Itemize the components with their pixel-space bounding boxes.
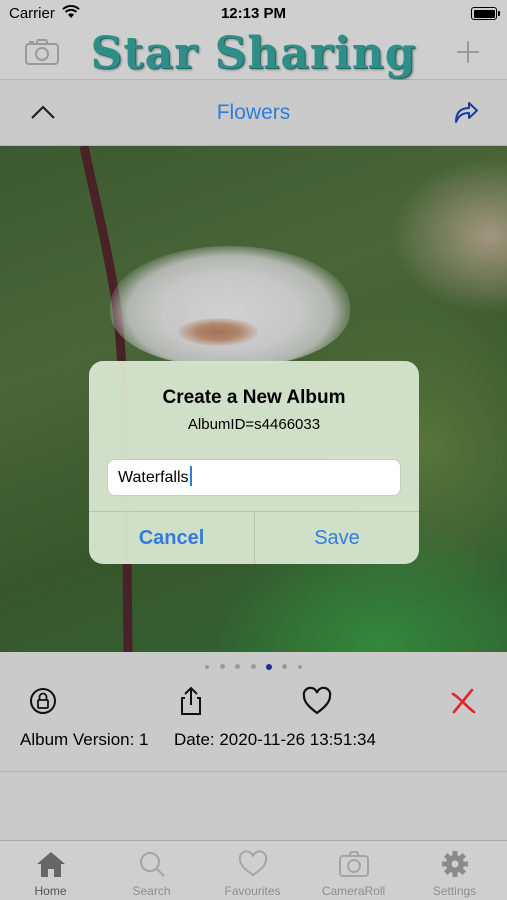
- heart-icon: [238, 850, 268, 877]
- page-control[interactable]: [0, 652, 507, 682]
- tab-settings[interactable]: Settings: [404, 841, 505, 900]
- home-icon: [37, 852, 65, 877]
- text-caret: [189, 466, 192, 486]
- upload-icon[interactable]: [176, 686, 206, 716]
- album-version: Album Version: 1: [20, 730, 149, 749]
- tab-label: Search: [132, 884, 171, 898]
- tab-bar: Home Search Favourites CameraRoll Settin…: [0, 840, 507, 900]
- page-dot-active[interactable]: [265, 663, 272, 670]
- dialog-actions: Cancel Save: [89, 511, 419, 564]
- content-spacer: [0, 772, 507, 840]
- tab-favourites[interactable]: Favourites: [202, 841, 303, 900]
- tab-label: Favourites: [224, 884, 281, 898]
- status-bar: Carrier 12:13 PM: [0, 0, 507, 28]
- app-header: Star Sharing: [0, 28, 507, 80]
- lock-icon[interactable]: [28, 686, 58, 716]
- tab-home[interactable]: Home: [0, 841, 101, 900]
- cancel-button[interactable]: Cancel: [89, 512, 254, 564]
- photo-info-panel: Album Version: 1 Date: 2020-11-26 13:51:…: [0, 682, 507, 772]
- album-name-value: Waterfalls: [118, 469, 189, 486]
- page-dot[interactable]: [250, 664, 256, 669]
- tab-label: Settings: [432, 884, 477, 898]
- page-dot[interactable]: [205, 664, 210, 669]
- delete-x-icon[interactable]: [448, 686, 478, 716]
- album-title: Flowers: [216, 101, 291, 124]
- app-title: Star Sharing: [90, 28, 417, 79]
- tab-cameraroll[interactable]: CameraRoll: [303, 841, 404, 900]
- share-arrow-icon[interactable]: [451, 98, 479, 126]
- save-button[interactable]: Save: [254, 512, 419, 564]
- album-date: Date: 2020-11-26 13:51:34: [174, 730, 376, 749]
- battery-icon: [471, 7, 500, 20]
- tab-label: CameraRoll: [321, 884, 386, 898]
- plus-icon[interactable]: [455, 38, 481, 66]
- page-dot[interactable]: [282, 664, 288, 669]
- page-dot[interactable]: [219, 664, 225, 669]
- page-dot[interactable]: [235, 664, 241, 669]
- dialog-message: AlbumID=s4466033: [187, 416, 321, 433]
- tab-label: Home: [34, 884, 67, 898]
- album-nav-bar: Flowers: [0, 80, 507, 146]
- new-album-dialog: Create a New Album AlbumID=s4466033 Wate…: [89, 361, 419, 564]
- dialog-title: Create a New Album: [162, 387, 346, 408]
- heart-icon[interactable]: [302, 686, 332, 716]
- album-name-input[interactable]: Waterfalls: [107, 459, 401, 496]
- camera-icon: [339, 851, 369, 877]
- search-icon: [140, 852, 165, 877]
- status-time: 12:13 PM: [220, 5, 287, 22]
- tab-search[interactable]: Search: [101, 841, 202, 900]
- gear-icon: [442, 851, 468, 877]
- page-dot[interactable]: [297, 664, 302, 669]
